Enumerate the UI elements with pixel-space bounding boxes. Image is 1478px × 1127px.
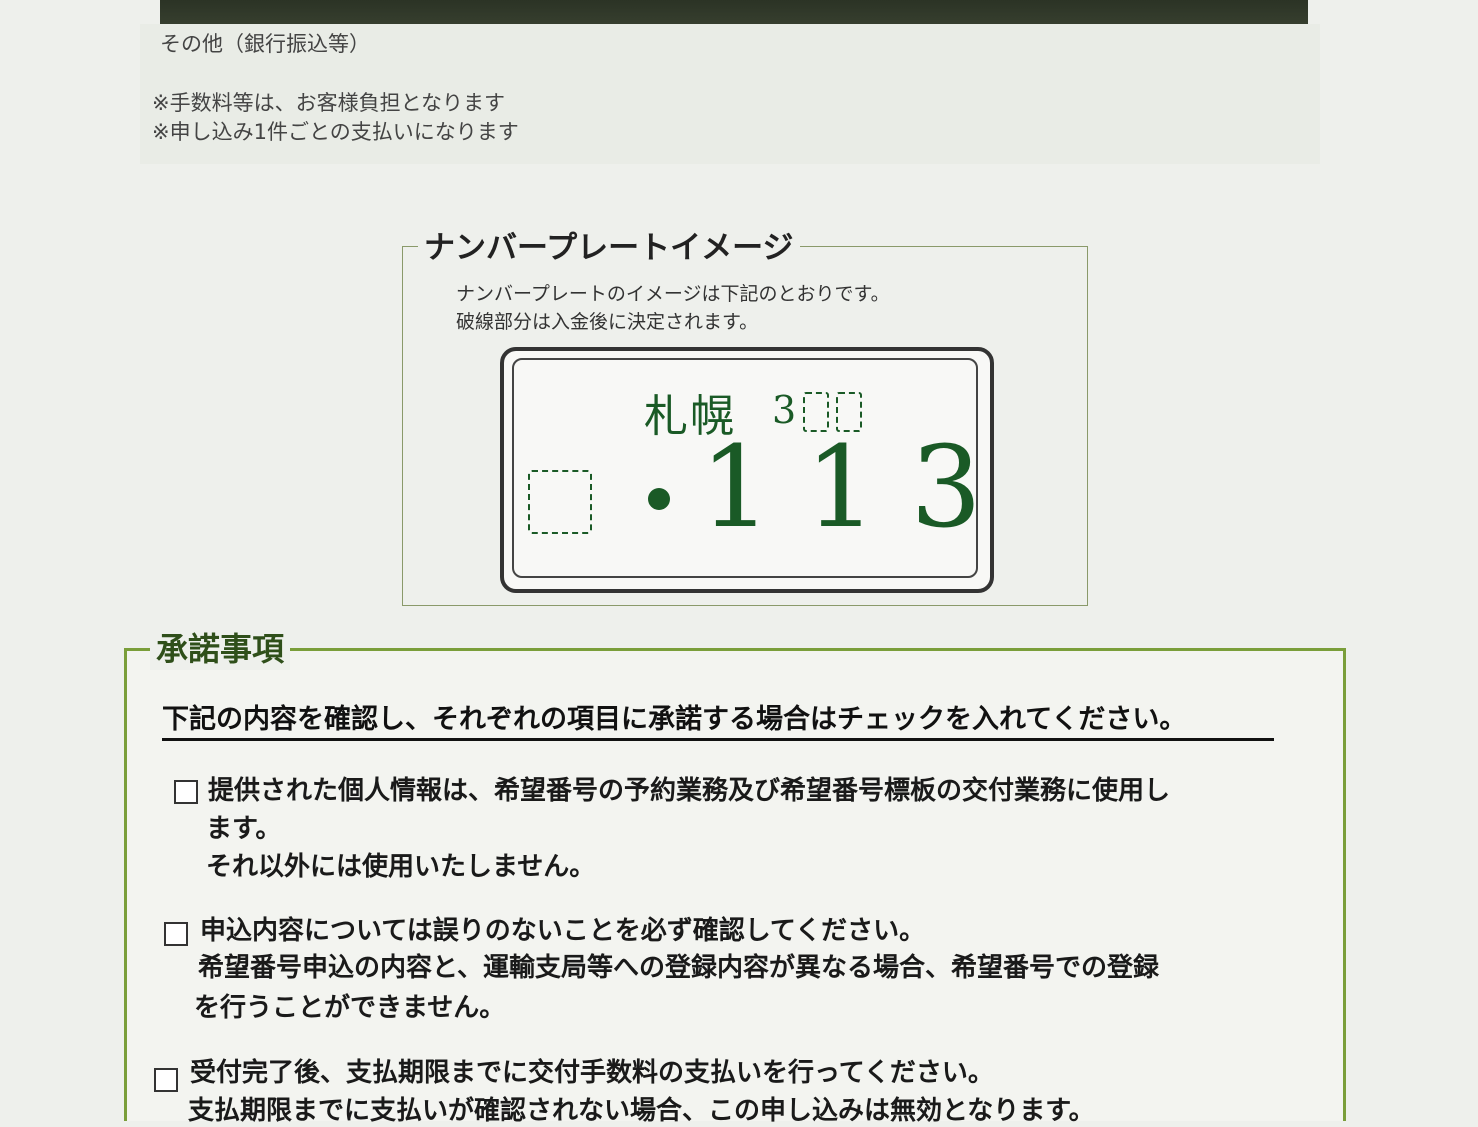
- plate-number: 113: [700, 432, 1016, 544]
- consent-title: 承諾事項: [150, 624, 291, 670]
- plate-number-main: 13: [805, 423, 1016, 553]
- consent-instruction: 下記の内容を確認し、それぞれの項目に承諾する場合はチェックを入れてください。: [162, 697, 1274, 741]
- consent-item-verify-text: 申込内容については誤りのないことを必ず確認してください。: [200, 916, 926, 946]
- consent-item-payment-text: 受付完了後、支払期限までに交付手数料の支払いを行ってください。: [190, 1058, 994, 1088]
- consent-checkbox-payment[interactable]: [154, 1068, 178, 1092]
- consent-item-payment-text: 支払期限までに支払いが確認されない場合、この申し込みは無効となります。: [188, 1096, 1095, 1126]
- consent-checkbox-verify[interactable]: [164, 922, 188, 946]
- plate-image-description: ナンバープレートのイメージは下記のとおりです。: [456, 283, 890, 305]
- fee-note: ※手数料等は、お客様負担となります: [152, 91, 505, 115]
- plate-image-title: ナンバープレートイメージ: [418, 222, 800, 267]
- consent-item-verify-text: を行うことができません。: [194, 993, 506, 1023]
- consent-item-verify-text: 希望番号申込の内容と、運輸支局等への登録内容が異なる場合、希望番号での登録: [198, 953, 1159, 983]
- plate-dot: [648, 488, 670, 510]
- consent-item-privacy-text: ます。: [206, 814, 282, 844]
- plate-number-prefix: 1: [700, 423, 806, 553]
- plate-hiragana-placeholder: [528, 470, 592, 534]
- per-application-note: ※申し込み1件ごとの支払いになります: [152, 120, 519, 144]
- consent-item-privacy-text: それ以外には使用いたしません。: [206, 852, 596, 882]
- plate-image-dashed-note: 破線部分は入金後に決定されます。: [456, 311, 759, 333]
- consent-checkbox-privacy[interactable]: [174, 780, 198, 804]
- payment-option-other: その他（銀行振込等）: [160, 32, 370, 56]
- consent-item-privacy-text: 提供された個人情報は、希望番号の予約業務及び希望番号標板の交付業務に使用し: [208, 776, 1171, 806]
